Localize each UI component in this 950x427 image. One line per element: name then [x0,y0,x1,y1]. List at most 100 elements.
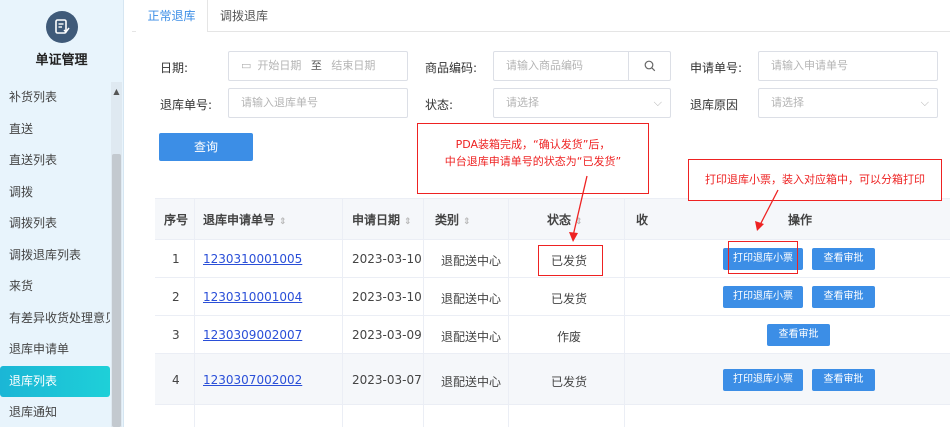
column-divider [194,198,195,427]
status-select[interactable]: 请选择 ⌵ [493,88,671,118]
sidebar-item-transfer-list[interactable]: 调拨列表 [0,208,110,240]
status-label: 状态: [425,98,454,112]
sidebar-item-return-request[interactable]: 退库申请单 [0,334,110,366]
sidebar-item-transfer[interactable]: 调拨 [0,177,110,209]
tab-normal-return[interactable]: 正常退库 [136,0,208,32]
scroll-up-icon[interactable]: ▲ [112,88,121,96]
search-icon [644,60,655,72]
chevron-down-icon: ⌵ [653,96,662,109]
header-status[interactable]: 状态 ⇕ [547,199,583,241]
apply-no-placeholder: 请输入申请单号 [771,59,848,72]
sidebar-item-discrepancy-opinion[interactable]: 有差异收货处理意见 [0,303,110,335]
date-separator: 至 [310,59,322,72]
header-status-text: 状态 [547,213,572,227]
return-no-input[interactable]: 请输入退库单号 [228,88,408,118]
sidebar: 单证管理 补货列表 直送 直送列表 调拨 调拨列表 调拨退库列表 来货 有差异收… [0,0,124,427]
return-no-placeholder: 请输入退库单号 [241,96,318,109]
sidebar-item-return-notice[interactable]: 退库通知 [0,397,110,427]
sort-icon[interactable]: ⇕ [463,217,471,227]
product-code-label: 商品编码: [425,61,478,75]
column-divider [508,198,509,427]
column-divider [423,198,424,427]
cell-apply-no-link[interactable]: 1230309002007 [203,328,302,342]
date-end-placeholder: 结束日期 [331,59,376,72]
status-placeholder: 请选择 [506,96,539,109]
sidebar-title: 单证管理 [35,52,88,68]
cell-index: 4 [172,373,180,387]
cell-status: 已发货 [551,375,588,389]
apply-no-label: 申请单号: [690,61,743,75]
sidebar-item-direct-delivery-list[interactable]: 直送列表 [0,145,110,177]
cell-apply-date: 2023-03-07 [352,373,422,387]
cell-apply-no-link[interactable]: 1230307002002 [203,373,302,387]
query-button[interactable]: 查询 [159,133,253,161]
return-no-label: 退库单号: [160,98,213,112]
sidebar-item-transfer-return-list[interactable]: 调拨退库列表 [0,240,110,272]
cell-apply-date: 2023-03-10 [352,252,422,266]
calendar-icon: ▭ [241,59,252,72]
tab-transfer-return[interactable]: 调拨退库 [208,0,280,32]
header-actions: 操作 [788,213,813,227]
view-review-button[interactable]: 查看审批 [812,248,875,270]
sidebar-header: 单证管理 [0,0,123,78]
document-icon [45,10,78,43]
cell-apply-date: 2023-03-10 [352,290,422,304]
cell-category: 退配送中心 [441,254,502,268]
chevron-down-icon: ⌵ [920,96,929,109]
cell-index: 1 [172,252,180,266]
cell-category: 退配送中心 [441,330,502,344]
product-code-placeholder: 请输入商品编码 [506,59,583,72]
apply-no-input[interactable]: 请输入申请单号 [758,51,938,81]
header-apply-no-text: 退库申请单号 [203,213,276,227]
sidebar-item-replenish-list[interactable]: 补货列表 [0,82,110,114]
header-apply-no[interactable]: 退库申请单号 ⇕ [203,199,287,241]
table-row: 4 1230307002002 2023-03-07 退配送中心 已发货 打印退… [155,354,950,405]
annotation-line-2: 中台退库申请单号的状态为“已发货” [444,155,622,168]
cell-apply-date: 2023-03-09 [352,328,422,342]
print-receipt-button[interactable]: 打印退库小票 [723,369,803,391]
date-range-input[interactable]: ▭ 开始日期 至 结束日期 [228,51,408,81]
product-code-input[interactable]: 请输入商品编码 [493,51,671,81]
sort-icon[interactable]: ⇕ [404,217,412,227]
cell-index: 3 [172,328,180,342]
print-receipt-button[interactable]: 打印退库小票 [723,286,803,308]
cell-category: 退配送中心 [441,292,502,306]
print-highlight-box [728,241,798,274]
header-category[interactable]: 类别 ⇕ [435,199,471,241]
annotation-status-note: PDA装箱完成，“确认发货”后， 中台退库申请单号的状态为“已发货” [417,123,649,194]
sidebar-item-incoming[interactable]: 来货 [0,271,110,303]
column-divider [342,198,343,427]
sort-icon[interactable]: ⇕ [575,217,583,227]
sidebar-menu: 补货列表 直送 直送列表 调拨 调拨列表 调拨退库列表 来货 有差异收货处理意见… [0,82,110,427]
header-apply-date[interactable]: 申请日期 ⇕ [352,199,412,241]
date-label: 日期: [160,61,189,75]
cell-status: 已发货 [551,292,588,306]
annotation-line-1: PDA装箱完成，“确认发货”后， [455,138,611,151]
view-review-button[interactable]: 查看审批 [812,286,875,308]
cell-apply-no-link[interactable]: 1230310001004 [203,290,302,304]
view-review-button[interactable]: 查看审批 [767,324,830,346]
reason-label: 退库原因 [690,98,739,112]
sidebar-item-direct-delivery[interactable]: 直送 [0,114,110,146]
sidebar-item-return-list[interactable]: 退库列表 [0,365,110,397]
table-row: 2 1230310001004 2023-03-10 退配送中心 已发货 打印退… [155,278,950,316]
scroll-thumb[interactable] [112,154,121,427]
header-apply-date-text: 申请日期 [352,213,401,227]
date-start-placeholder: 开始日期 [257,59,302,72]
header-category-text: 类别 [435,213,460,227]
header-receive: 收 [636,213,649,227]
column-divider [624,198,625,427]
header-index: 序号 [164,213,189,227]
cell-index: 2 [172,290,180,304]
status-highlight-box [538,245,603,276]
view-review-button[interactable]: 查看审批 [812,369,875,391]
product-search-button[interactable] [628,52,670,80]
cell-apply-no-link[interactable]: 1230310001005 [203,252,302,266]
tab-bar: 正常退库 调拨退库 [132,0,950,32]
sort-icon[interactable]: ⇕ [279,217,287,227]
cell-category: 退配送中心 [441,375,502,389]
sidebar-scrollbar[interactable]: ▲ [111,82,122,427]
reason-placeholder: 请选择 [771,96,804,109]
table-row: 3 1230309002007 2023-03-09 退配送中心 作废 查看审批 [155,316,950,354]
reason-select[interactable]: 请选择 ⌵ [758,88,938,118]
